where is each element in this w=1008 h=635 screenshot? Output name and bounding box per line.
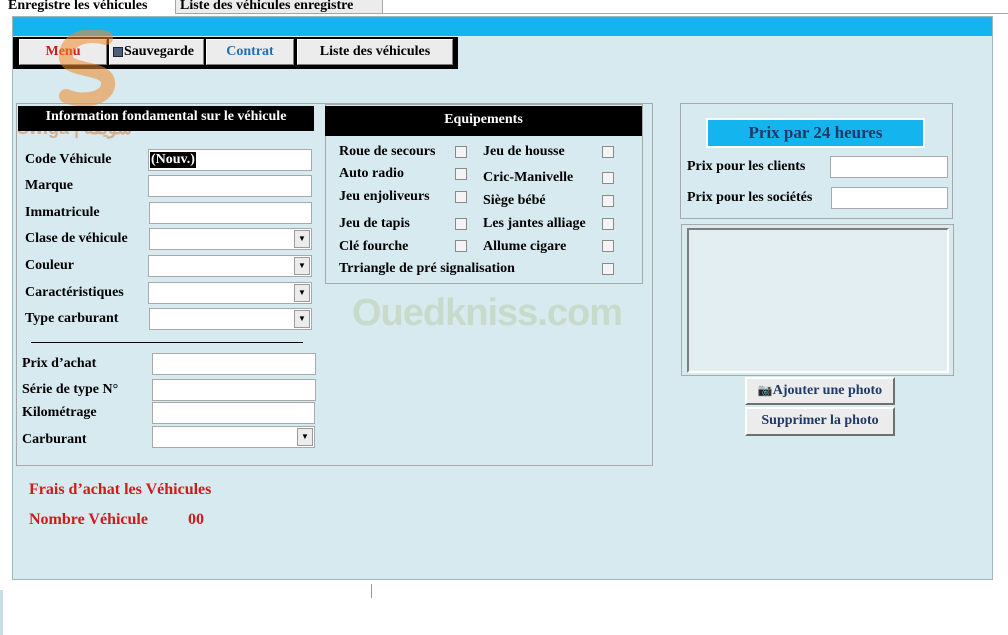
mileage-label: Kilométrage: [22, 405, 97, 420]
plate-field[interactable]: [149, 202, 312, 224]
plate-label: Immatricule: [25, 205, 100, 220]
equipment-label-jack: Cric-Manivelle: [483, 170, 574, 185]
features-label: Caractéristiques: [25, 285, 124, 300]
checkbox-wrench[interactable]: [455, 240, 467, 252]
pricing-title: Prix par 24 heures: [706, 118, 925, 148]
companies-price-label: Prix pour les sociétés: [687, 190, 813, 205]
clients-price-field[interactable]: [830, 156, 948, 178]
fuel-type-select[interactable]: ▼: [149, 308, 312, 330]
color-select[interactable]: ▼: [148, 255, 312, 277]
fees-label: Frais d’achat les Véhicules: [29, 481, 212, 498]
add-photo-label: Ajouter une photo: [772, 383, 883, 398]
equipment-label-alloy-rims: Les jantes alliage: [483, 216, 586, 231]
code-label: Code Véhicule: [25, 152, 112, 167]
vehicle-list-button[interactable]: Liste des véhicules: [297, 39, 453, 65]
brand-label: Marque: [25, 178, 73, 193]
checkbox-radio[interactable]: [455, 168, 467, 180]
fuel-select[interactable]: ▼: [152, 426, 315, 448]
chevron-down-icon[interactable]: ▼: [294, 310, 310, 328]
top-accent-bar: [13, 17, 992, 36]
ouedkniss-watermark: Ouedkniss.com: [352, 292, 623, 334]
equipment-label-triangle: Trriangle de pré signalisation: [339, 261, 515, 276]
vehicle-count-label: Nombre Véhicule: [29, 511, 148, 528]
bottom-divider: [371, 584, 372, 598]
equipment-label-spare-wheel: Roue de secours: [339, 144, 436, 159]
class-select[interactable]: ▼: [149, 228, 312, 250]
chevron-down-icon[interactable]: ▼: [294, 230, 310, 248]
camera-icon: 📷: [757, 383, 773, 397]
equipment-label-baby-seat: Siège bébé: [483, 193, 546, 208]
serial-field[interactable]: [152, 379, 316, 401]
contract-button[interactable]: Contrat: [206, 39, 294, 65]
price-field[interactable]: [152, 353, 316, 375]
save-button-label: Sauvegarde: [124, 44, 194, 59]
equipment-label-hubcaps: Jeu enjoliveurs: [339, 189, 430, 204]
code-value: (Nouv.): [150, 152, 196, 168]
fuel-type-label: Type carburant: [25, 311, 119, 326]
fuel-label: Carburant: [22, 432, 87, 447]
equipment-label-radio: Auto radio: [339, 166, 404, 181]
clients-price-label: Prix pour les clients: [687, 159, 806, 174]
features-select[interactable]: ▼: [148, 282, 312, 304]
serial-label: Série de type N°: [22, 382, 119, 397]
tab-vehicle-list[interactable]: Liste des véhicules enregistre: [175, 0, 383, 14]
checkbox-seat-covers[interactable]: [602, 146, 614, 158]
checkbox-baby-seat[interactable]: [602, 195, 614, 207]
vehicle-info-title: Information fondamental sur le véhicule: [18, 106, 314, 131]
equipment-label-seat-covers: Jeu de housse: [483, 144, 565, 159]
mileage-field[interactable]: [152, 402, 315, 424]
photo-preview: [687, 228, 949, 373]
checkbox-jack[interactable]: [602, 172, 614, 184]
price-label: Prix d’achat: [22, 356, 97, 371]
section-divider: [31, 342, 303, 343]
color-label: Couleur: [25, 258, 74, 273]
checkbox-alloy-rims[interactable]: [602, 218, 614, 230]
checkbox-mats[interactable]: [455, 218, 467, 230]
equipment-label-mats: Jeu de tapis: [339, 216, 410, 231]
companies-price-field[interactable]: [831, 187, 948, 209]
chevron-down-icon[interactable]: ▼: [297, 428, 313, 446]
tab-register-vehicles[interactable]: Enregistre les véhicules: [4, 0, 174, 14]
save-button[interactable]: Sauvegarde: [109, 39, 204, 65]
brand-field[interactable]: [148, 175, 312, 197]
remove-photo-button[interactable]: Supprimer la photo: [745, 407, 895, 436]
code-field[interactable]: (Nouv.): [148, 149, 312, 171]
vehicle-count-value: 00: [188, 511, 204, 528]
checkbox-triangle[interactable]: [602, 263, 614, 275]
equipment-label-wrench: Clé fourche: [339, 239, 409, 254]
checkbox-spare-wheel[interactable]: [455, 146, 467, 158]
left-edge-bar: [0, 590, 3, 635]
add-photo-button[interactable]: 📷Ajouter une photo: [745, 377, 895, 405]
swiga-logo-icon: [56, 29, 122, 108]
equipment-title: Equipements: [325, 106, 642, 136]
chevron-down-icon[interactable]: ▼: [294, 284, 310, 302]
tab-divider: [383, 13, 1008, 14]
class-label: Clase de véhicule: [25, 231, 128, 246]
checkbox-lighter[interactable]: [602, 240, 614, 252]
equipment-label-lighter: Allume cigare: [483, 239, 567, 254]
checkbox-hubcaps[interactable]: [455, 191, 467, 203]
chevron-down-icon[interactable]: ▼: [294, 257, 310, 275]
